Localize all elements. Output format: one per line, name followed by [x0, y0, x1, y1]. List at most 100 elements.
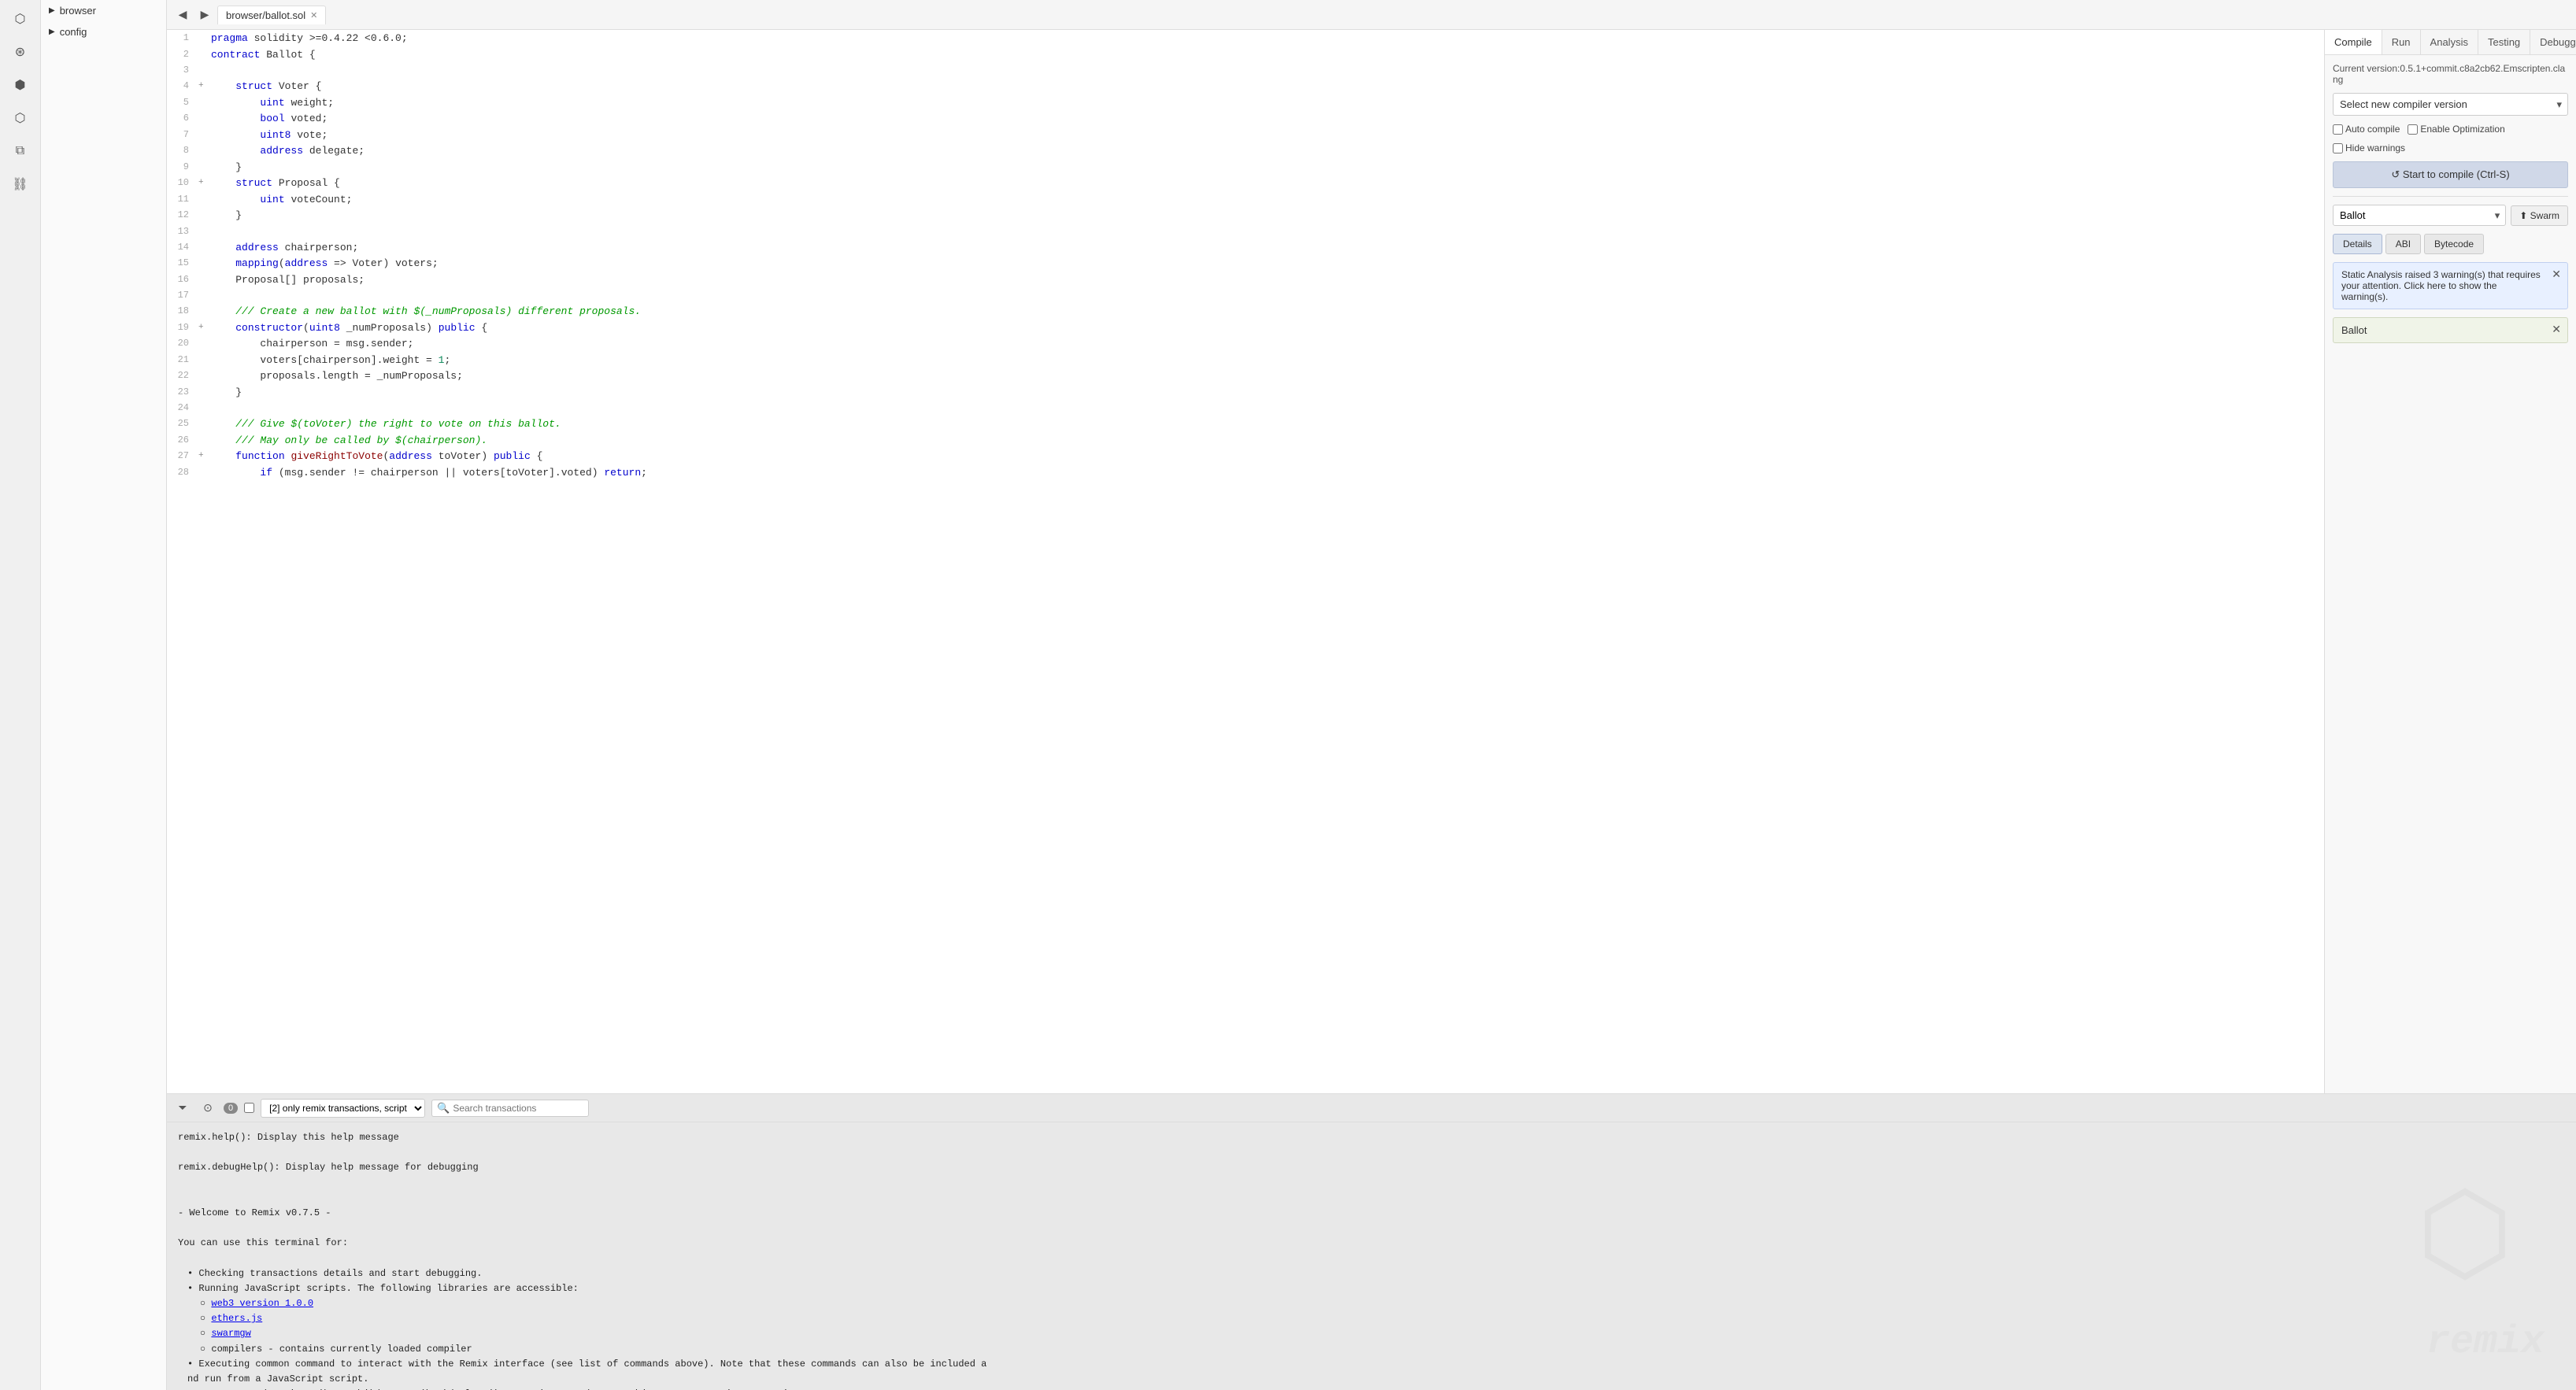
- git-icon[interactable]: ⊛: [8, 39, 33, 65]
- files-icon[interactable]: ⬡: [8, 6, 33, 31]
- tx-search-input[interactable]: [453, 1103, 583, 1114]
- terminal[interactable]: ⬡ remix remix.help(): Display this help …: [167, 1122, 2576, 1390]
- down-icon[interactable]: ⏷: [173, 1099, 192, 1118]
- terminal-line: [178, 1221, 2565, 1236]
- code-line: 19 + constructor(uint8 _numProposals) pu…: [167, 320, 2324, 336]
- terminal-line: ○ swarmgw: [200, 1326, 2565, 1341]
- terminal-line: - Welcome to Remix v0.7.5 -: [178, 1206, 2565, 1221]
- swarm-button[interactable]: ⬆ Swarm: [2511, 205, 2568, 226]
- forward-button[interactable]: ▶: [195, 6, 214, 24]
- code-line: 6 bool voted;: [167, 110, 2324, 127]
- compile-button[interactable]: ↺ Start to compile (Ctrl-S): [2333, 161, 2568, 188]
- hide-warnings-label[interactable]: Hide warnings: [2333, 142, 2405, 153]
- web3-link[interactable]: web3 version 1.0.0: [211, 1298, 313, 1309]
- tab-compile[interactable]: Compile: [2325, 30, 2382, 54]
- arrow-icon: ▶: [49, 6, 55, 15]
- github-icon[interactable]: ⬢: [8, 72, 33, 98]
- terminal-line: [178, 1191, 2565, 1206]
- sidebar: ⬡ ⊛ ⬢ ⬡ ⧉ ⛓: [0, 0, 41, 1390]
- code-line: 10 + struct Proposal {: [167, 175, 2324, 191]
- terminal-line: • Checking transactions details and star…: [187, 1266, 2565, 1281]
- divider: [2333, 196, 2568, 197]
- compiled-contract-label: Ballot: [2341, 324, 2367, 336]
- code-line: 25 /// Give $(toVoter) the right to vote…: [167, 416, 2324, 432]
- clock-icon[interactable]: ⊙: [198, 1099, 217, 1118]
- terminal-line: [178, 1145, 2565, 1160]
- file-tree: ▶ browser ▶ config: [41, 0, 167, 1390]
- compiler-select[interactable]: Select new compiler version: [2333, 93, 2568, 116]
- tab-debugger[interactable]: Debugger: [2530, 30, 2576, 54]
- terminal-line: [178, 1251, 2565, 1266]
- terminal-line: [178, 1176, 2565, 1191]
- terminal-line: • Use exports/.register(key, obj)/.remov…: [187, 1387, 2565, 1390]
- contract-select-wrapper: Ballot ▾: [2333, 205, 2506, 226]
- link-icon[interactable]: ⛓: [8, 172, 33, 197]
- code-line: 11 uint voteCount;: [167, 191, 2324, 208]
- sidebar-item-label: browser: [60, 5, 96, 17]
- sidebar-item-config[interactable]: ▶ config: [41, 21, 166, 43]
- code-line: 26 /// May only be called by $(chairpers…: [167, 432, 2324, 449]
- code-line: 17: [167, 287, 2324, 303]
- editor-bottom: ◀ ▶ browser/ballot.sol ✕ 1 pragma solidi…: [167, 0, 2576, 1390]
- tx-badge: 0: [224, 1103, 238, 1114]
- terminal-line: ○ compilers - contains currently loaded …: [200, 1342, 2565, 1357]
- right-panel: Compile Run Analysis Testing Debugger Se…: [2324, 30, 2576, 1093]
- close-icon[interactable]: ✕: [310, 10, 317, 20]
- code-line: 1 pragma solidity >=0.4.22 <0.6.0;: [167, 30, 2324, 46]
- tab-details[interactable]: Details: [2333, 234, 2382, 254]
- auto-compile-label[interactable]: Auto compile: [2333, 124, 2400, 135]
- arrow-icon: ▶: [49, 28, 55, 36]
- editor-and-right: 1 pragma solidity >=0.4.22 <0.6.0; 2 con…: [167, 30, 2576, 1093]
- tab-abi[interactable]: ABI: [2385, 234, 2421, 254]
- close-icon[interactable]: ✕: [2552, 323, 2561, 336]
- enable-optimization-checkbox[interactable]: [2408, 124, 2418, 135]
- tx-search-wrapper: 🔍: [431, 1100, 589, 1117]
- tx-filter-select[interactable]: [2] only remix transactions, script: [261, 1099, 425, 1118]
- terminal-line: ○ web3 version 1.0.0: [200, 1296, 2565, 1311]
- code-line: 21 voters[chairperson].weight = 1;: [167, 352, 2324, 368]
- auto-compile-checkbox[interactable]: [2333, 124, 2343, 135]
- ethers-link[interactable]: ethers.js: [211, 1313, 262, 1324]
- tx-checkbox[interactable]: [244, 1103, 254, 1113]
- plugin-icon[interactable]: ⧉: [8, 139, 33, 164]
- terminal-line: remix.help(): Display this help message: [178, 1130, 2565, 1145]
- sidebar-item-label: config: [60, 26, 87, 38]
- warning-text: Static Analysis raised 3 warning(s) that…: [2341, 269, 2541, 302]
- close-icon[interactable]: ✕: [2552, 268, 2561, 281]
- code-line: 28 if (msg.sender != chairperson || vote…: [167, 464, 2324, 481]
- contract-row: Ballot ▾ ⬆ Swarm: [2333, 205, 2568, 226]
- code-line: 4 + struct Voter {: [167, 78, 2324, 94]
- code-line: 16 Proposal[] proposals;: [167, 272, 2324, 288]
- editor-tab[interactable]: browser/ballot.sol ✕: [217, 6, 326, 24]
- tab-testing[interactable]: Testing: [2478, 30, 2530, 54]
- hide-warnings-checkbox[interactable]: [2333, 143, 2343, 153]
- checkboxes-row: Auto compile Enable Optimization Hide wa…: [2333, 124, 2568, 153]
- enable-optimization-label[interactable]: Enable Optimization: [2408, 124, 2504, 135]
- swarmgw-link[interactable]: swarmgw: [211, 1328, 250, 1339]
- github2-icon[interactable]: ⬡: [8, 105, 33, 131]
- back-button[interactable]: ◀: [173, 6, 192, 24]
- contract-select[interactable]: Ballot: [2333, 205, 2506, 226]
- terminal-line: ○ ethers.js: [200, 1311, 2565, 1326]
- tab-bytecode[interactable]: Bytecode: [2424, 234, 2484, 254]
- compiler-select-wrapper: Select new compiler version ▾: [2333, 93, 2568, 116]
- tab-run[interactable]: Run: [2382, 30, 2421, 54]
- code-line: 9 }: [167, 159, 2324, 176]
- warning-banner[interactable]: Static Analysis raised 3 warning(s) that…: [2333, 262, 2568, 309]
- terminal-line: You can use this terminal for:: [178, 1236, 2565, 1251]
- code-editor[interactable]: 1 pragma solidity >=0.4.22 <0.6.0; 2 con…: [167, 30, 2324, 1093]
- code-line: 20 chairperson = msg.sender;: [167, 335, 2324, 352]
- tab-analysis[interactable]: Analysis: [2421, 30, 2478, 54]
- search-icon: 🔍: [437, 1102, 450, 1115]
- terminal-line: remix.debugHelp(): Display help message …: [178, 1160, 2565, 1175]
- sidebar-item-browser[interactable]: ▶ browser: [41, 0, 166, 21]
- code-line: 2 contract Ballot {: [167, 46, 2324, 63]
- enable-optimization-text: Enable Optimization: [2420, 124, 2504, 135]
- right-content: Current version:0.5.1+commit.c8a2cb62.Em…: [2325, 55, 2576, 351]
- code-line: 23 }: [167, 384, 2324, 401]
- hide-warnings-text: Hide warnings: [2345, 142, 2405, 153]
- code-line: 22 proposals.length = _numProposals;: [167, 368, 2324, 384]
- code-lines: 1 pragma solidity >=0.4.22 <0.6.0; 2 con…: [167, 30, 2324, 480]
- code-line: 3: [167, 62, 2324, 78]
- bottom-area: ⏷ ⊙ 0 [2] only remix transactions, scrip…: [167, 1093, 2576, 1390]
